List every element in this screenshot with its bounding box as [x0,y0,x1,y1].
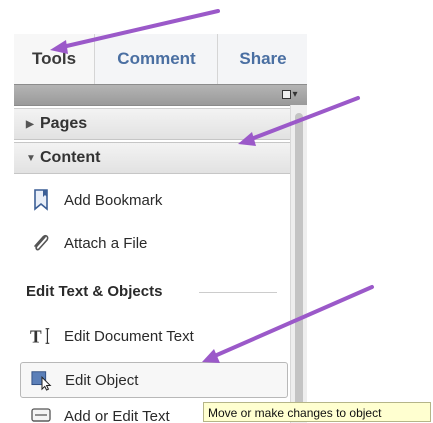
tool-attach-file-label: Attach a File [64,234,148,252]
tool-edit-object[interactable]: Edit Object [20,362,288,398]
bookmark-icon [30,189,52,211]
edit-object-icon [31,369,53,391]
tool-edit-document-text-label: Edit Document Text [64,327,194,345]
group-edit-text-objects-label: Edit Text & Objects [26,283,163,300]
options-menu-icon[interactable]: ▾ [279,87,301,102]
pane-scrollbar[interactable] [290,105,307,423]
tool-edit-object-label: Edit Object [65,371,139,389]
text-box-icon [30,405,52,423]
tab-tools[interactable]: Tools [14,34,94,84]
svg-text:T: T [30,326,42,346]
tool-edit-document-text[interactable]: T Edit Document Text [14,318,284,354]
tab-share[interactable]: Share [217,34,307,84]
group-divider [199,292,277,293]
section-pages-label: Pages [40,115,88,132]
section-content[interactable]: ▼ Content [14,142,290,174]
tab-comment[interactable]: Comment [94,34,218,84]
tool-add-bookmark-label: Add Bookmark [64,191,163,209]
scrollbar-thumb[interactable] [295,113,303,413]
tab-bar: Tools Comment Share [14,34,307,85]
tooltip: Move or make changes to object [203,402,431,422]
caret-down-icon: ▼ [26,152,36,164]
pane-options-bar: ▾ [14,84,307,106]
caret-right-icon: ▶ [26,118,34,130]
tool-add-bookmark[interactable]: Add Bookmark [14,182,284,218]
section-content-label: Content [40,149,101,166]
tools-pane: Tools Comment Share ▾ ▶ Pages ▼ Content … [14,0,307,423]
tool-attach-file[interactable]: Attach a File [14,225,284,261]
text-cursor-icon: T [30,325,52,347]
section-pages[interactable]: ▶ Pages [14,108,290,140]
paperclip-icon [30,232,52,254]
tool-add-edit-text-box-label: Add or Edit Text [64,407,170,423]
